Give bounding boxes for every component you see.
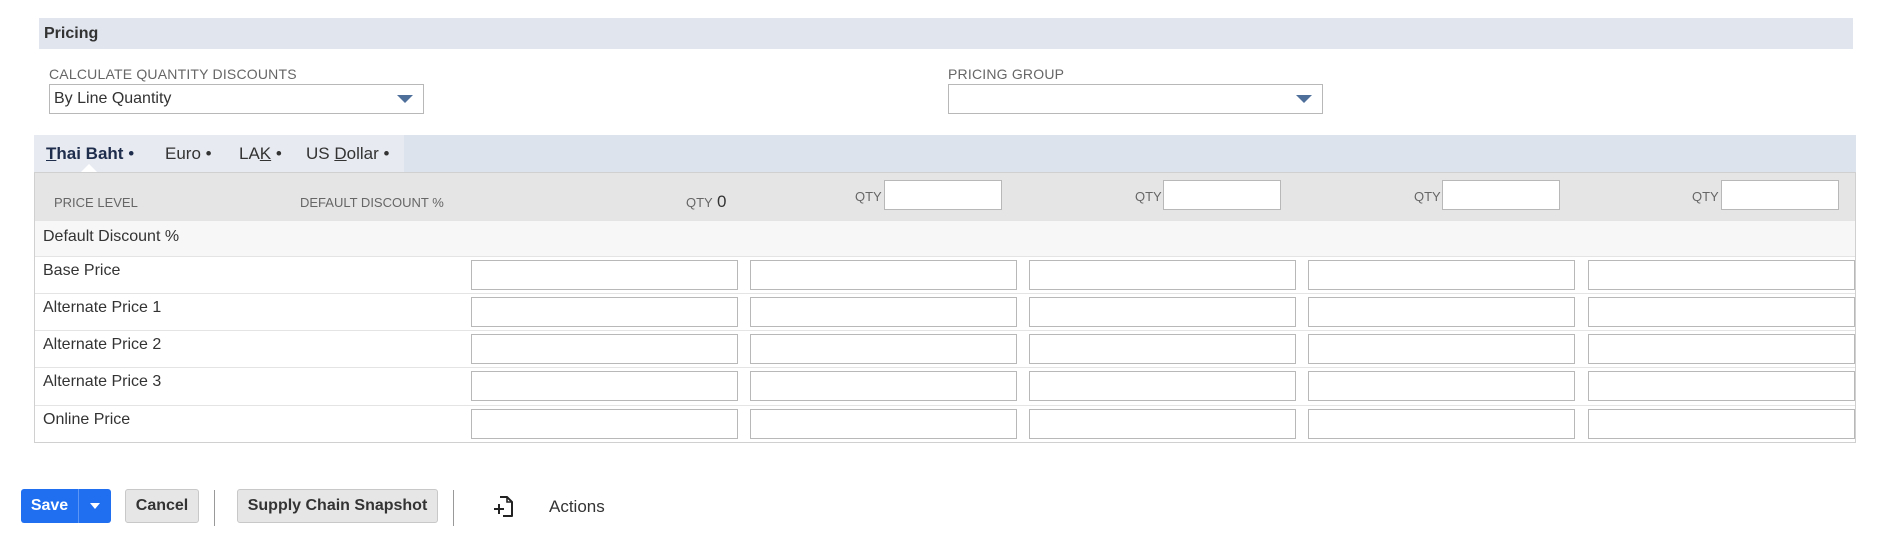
qty-input-3[interactable] (1442, 180, 1560, 210)
caret-down-icon (90, 503, 100, 509)
chevron-down-icon (1296, 95, 1312, 103)
qty-label-4: QTY (1692, 189, 1719, 204)
price-input[interactable] (750, 297, 1017, 327)
row-label: Base Price (43, 262, 121, 279)
tab-us-dollar[interactable]: US Dollar • (306, 135, 389, 172)
price-input[interactable] (750, 260, 1017, 290)
row-label: Alternate Price 1 (43, 299, 162, 316)
tab-label: Thai Baht (46, 144, 124, 163)
save-button[interactable]: Save (21, 489, 78, 523)
table-row-alternate-price-1: Alternate Price 1 (35, 293, 1855, 330)
chevron-down-icon (397, 95, 413, 103)
price-input[interactable] (1588, 334, 1855, 364)
pricing-table-header: PRICE LEVEL DEFAULT DISCOUNT % QTY 0 QTY… (35, 173, 1855, 220)
pricing-group-select[interactable] (948, 84, 1323, 114)
add-document-icon[interactable] (492, 494, 516, 520)
price-input[interactable] (750, 334, 1017, 364)
price-input[interactable] (471, 334, 738, 364)
price-input[interactable] (1588, 371, 1855, 401)
pricing-group-label: PRICING GROUP (948, 66, 1065, 82)
section-header-pricing: Pricing (39, 18, 1853, 49)
price-input[interactable] (750, 371, 1017, 401)
tab-label: LAK (239, 144, 272, 163)
qty-label-3: QTY (1414, 189, 1441, 204)
supply-chain-snapshot-button[interactable]: Supply Chain Snapshot (237, 489, 438, 523)
pricing-table: PRICE LEVEL DEFAULT DISCOUNT % QTY 0 QTY… (34, 172, 1856, 443)
table-row-alternate-price-3: Alternate Price 3 (35, 367, 1855, 405)
price-input[interactable] (1588, 260, 1855, 290)
tab-dot: • (275, 144, 282, 163)
price-input[interactable] (1308, 409, 1575, 439)
table-row-default-discount: Default Discount % (35, 220, 1855, 256)
price-input[interactable] (1588, 297, 1855, 327)
price-input[interactable] (1308, 371, 1575, 401)
toolbar-divider (214, 490, 215, 526)
currency-tabbar: Thai Baht • Euro • LAK • US Dollar • (34, 135, 1856, 172)
toolbar-divider (453, 490, 454, 526)
price-input[interactable] (471, 297, 738, 327)
row-label: Default Discount % (43, 228, 180, 245)
save-button-group: Save (21, 489, 111, 523)
tab-label: US Dollar (306, 144, 379, 163)
tab-dot: • (205, 144, 212, 163)
price-input[interactable] (471, 409, 738, 439)
qty-label-2: QTY (1135, 189, 1162, 204)
save-dropdown-button[interactable] (79, 489, 111, 523)
tab-dot: • (128, 144, 135, 163)
price-input[interactable] (471, 371, 738, 401)
price-input[interactable] (1029, 260, 1296, 290)
price-input[interactable] (471, 260, 738, 290)
qty-label-0: QTY (686, 195, 713, 210)
price-input[interactable] (1029, 371, 1296, 401)
tab-euro[interactable]: Euro • (165, 135, 212, 172)
row-label: Online Price (43, 411, 131, 428)
actions-menu[interactable]: Actions (549, 497, 605, 517)
qty-input-4[interactable] (1721, 180, 1839, 210)
price-input[interactable] (1029, 297, 1296, 327)
price-input[interactable] (1308, 297, 1575, 327)
price-input[interactable] (1029, 409, 1296, 439)
tab-dot: • (383, 144, 390, 163)
price-input[interactable] (750, 409, 1017, 439)
col-default-discount: DEFAULT DISCOUNT % (300, 195, 444, 210)
tab-lak[interactable]: LAK • (239, 135, 282, 172)
calc-qty-discounts-value: By Line Quantity (54, 90, 172, 107)
calc-qty-discounts-select[interactable]: By Line Quantity (49, 84, 424, 114)
price-input[interactable] (1029, 334, 1296, 364)
row-label: Alternate Price 2 (43, 336, 162, 353)
cancel-button[interactable]: Cancel (125, 489, 199, 523)
table-row-alternate-price-2: Alternate Price 2 (35, 330, 1855, 367)
qty-0-value: 0 (717, 192, 727, 211)
price-input[interactable] (1588, 409, 1855, 439)
calc-qty-discounts-label: CALCULATE QUANTITY DISCOUNTS (49, 66, 297, 82)
qty-input-2[interactable] (1163, 180, 1281, 210)
col-price-level: PRICE LEVEL (54, 195, 138, 210)
table-row-base-price: Base Price (35, 256, 1855, 293)
qty-label-1: QTY (855, 189, 882, 204)
tab-label: Euro (165, 144, 201, 163)
price-input[interactable] (1308, 334, 1575, 364)
row-label: Alternate Price 3 (43, 373, 162, 390)
qty-input-1[interactable] (884, 180, 1002, 210)
table-row-online-price: Online Price (35, 405, 1855, 443)
price-input[interactable] (1308, 260, 1575, 290)
